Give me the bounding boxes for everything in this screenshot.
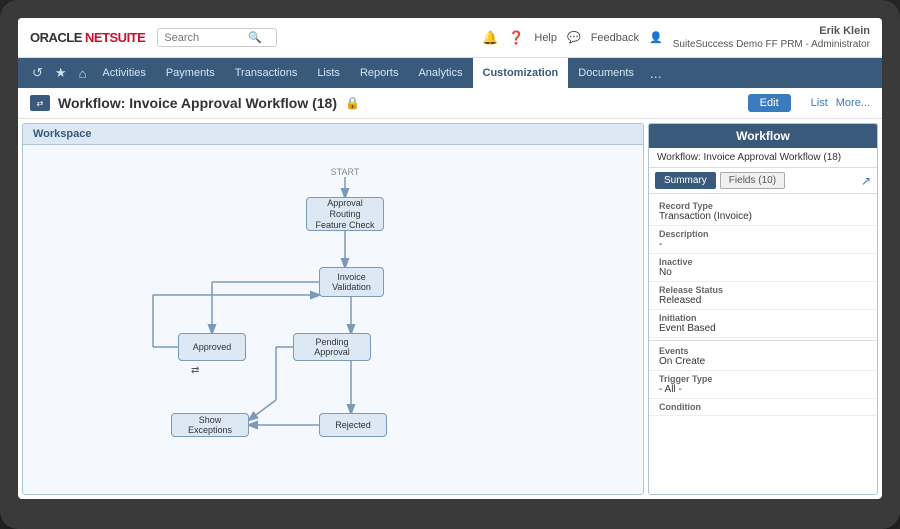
- screen: ORACLE NETSUITE 🔍 🔔 ❓ Help 💬 Feedback 👤 …: [18, 18, 882, 499]
- chat-icon[interactable]: 💬: [567, 31, 581, 44]
- panel-tabs: Summary Fields (10) ↗: [649, 168, 877, 194]
- wf-node-pending[interactable]: Pending Approval: [293, 333, 371, 361]
- workspace-header: Workspace: [23, 124, 643, 145]
- bell-icon[interactable]: 🔔: [482, 30, 498, 46]
- field-condition: Condition: [649, 399, 877, 416]
- page-header: ⇄ Workflow: Invoice Approval Workflow (1…: [18, 88, 882, 119]
- list-more: List More...: [811, 97, 870, 109]
- field-description: Description -: [649, 226, 877, 254]
- field-record-type: Record Type Transaction (Invoice): [649, 198, 877, 226]
- workspace: Workspace START: [22, 123, 644, 495]
- approved-loop-icon: ⇄: [191, 365, 199, 376]
- user-subtitle: SuiteSuccess Demo FF PRM - Administrator: [673, 38, 870, 51]
- svg-text:START: START: [331, 167, 360, 177]
- tab-fields[interactable]: Fields (10): [720, 172, 785, 189]
- wf-node-routing[interactable]: Approval RoutingFeature Check: [306, 197, 384, 231]
- user-avatar: 👤: [649, 31, 663, 44]
- help-label[interactable]: Help: [534, 32, 557, 44]
- tab-summary[interactable]: Summary: [655, 172, 716, 189]
- field-release-status: Release Status Released: [649, 282, 877, 310]
- nav-customization[interactable]: Customization: [473, 58, 569, 88]
- top-bar: ORACLE NETSUITE 🔍 🔔 ❓ Help 💬 Feedback 👤 …: [18, 18, 882, 58]
- nav-lists[interactable]: Lists: [307, 58, 350, 88]
- user-info: Erik Klein SuiteSuccess Demo FF PRM - Ad…: [673, 24, 870, 51]
- nav-activities[interactable]: Activities: [92, 58, 155, 88]
- edit-button[interactable]: Edit: [748, 94, 791, 112]
- field-events: Events On Create: [649, 343, 877, 371]
- nav-payments[interactable]: Payments: [156, 58, 225, 88]
- nav-home-icon[interactable]: ⌂: [73, 58, 93, 88]
- panel-header: Workflow: [649, 124, 877, 148]
- nav-more-icon[interactable]: ...: [644, 65, 668, 81]
- field-initiation: Initiation Event Based: [649, 310, 877, 338]
- nav-analytics[interactable]: Analytics: [408, 58, 472, 88]
- wf-node-exceptions[interactable]: Show Exceptions: [171, 413, 249, 437]
- title-prefix: Workflow:: [58, 95, 125, 111]
- nav-reports[interactable]: Reports: [350, 58, 409, 88]
- oracle-text: ORACLE: [30, 30, 82, 45]
- nav-documents[interactable]: Documents: [568, 58, 644, 88]
- netsuite-text: NETSUITE: [85, 30, 145, 45]
- search-box[interactable]: 🔍: [157, 28, 277, 47]
- export-icon[interactable]: ↗: [861, 174, 871, 188]
- workflow-panel: Workflow Workflow: Invoice Approval Work…: [648, 123, 878, 495]
- search-icon: 🔍: [248, 31, 262, 44]
- field-inactive: Inactive No: [649, 254, 877, 282]
- title-value: Invoice Approval Workflow (18): [129, 95, 337, 111]
- nav-star-icon[interactable]: ★: [49, 58, 73, 88]
- help-icon[interactable]: ❓: [508, 30, 524, 46]
- panel-subtitle: Workflow: Invoice Approval Workflow (18): [649, 148, 877, 168]
- list-link[interactable]: List: [811, 97, 828, 109]
- panel-content: Record Type Transaction (Invoice) Descri…: [649, 194, 877, 494]
- wf-node-approved[interactable]: Approved: [178, 333, 246, 361]
- main-nav: ↺ ★ ⌂ Activities Payments Transactions L…: [18, 58, 882, 88]
- page-title: Workflow: Invoice Approval Workflow (18): [58, 95, 337, 111]
- panel-divider-1: [649, 340, 877, 341]
- feedback-label[interactable]: Feedback: [591, 32, 639, 44]
- laptop-frame: ORACLE NETSUITE 🔍 🔔 ❓ Help 💬 Feedback 👤 …: [0, 0, 900, 529]
- wf-node-validation[interactable]: InvoiceValidation: [319, 267, 384, 297]
- more-link[interactable]: More...: [836, 97, 870, 109]
- workspace-canvas[interactable]: START: [23, 145, 643, 494]
- content-area: ⇄ Workflow: Invoice Approval Workflow (1…: [18, 88, 882, 499]
- user-name: Erik Klein: [673, 24, 870, 38]
- oracle-logo: ORACLE NETSUITE: [30, 30, 145, 45]
- wf-node-rejected[interactable]: Rejected: [319, 413, 387, 437]
- workflow-icon: ⇄: [30, 95, 50, 111]
- main-split: Workspace START: [18, 119, 882, 499]
- search-input[interactable]: [164, 32, 244, 44]
- lock-icon: 🔒: [345, 96, 360, 110]
- top-bar-right: 🔔 ❓ Help 💬 Feedback 👤 Erik Klein SuiteSu…: [482, 24, 870, 51]
- nav-transactions[interactable]: Transactions: [225, 58, 308, 88]
- nav-history-icon[interactable]: ↺: [26, 58, 49, 88]
- field-trigger-type: Trigger Type - All -: [649, 371, 877, 399]
